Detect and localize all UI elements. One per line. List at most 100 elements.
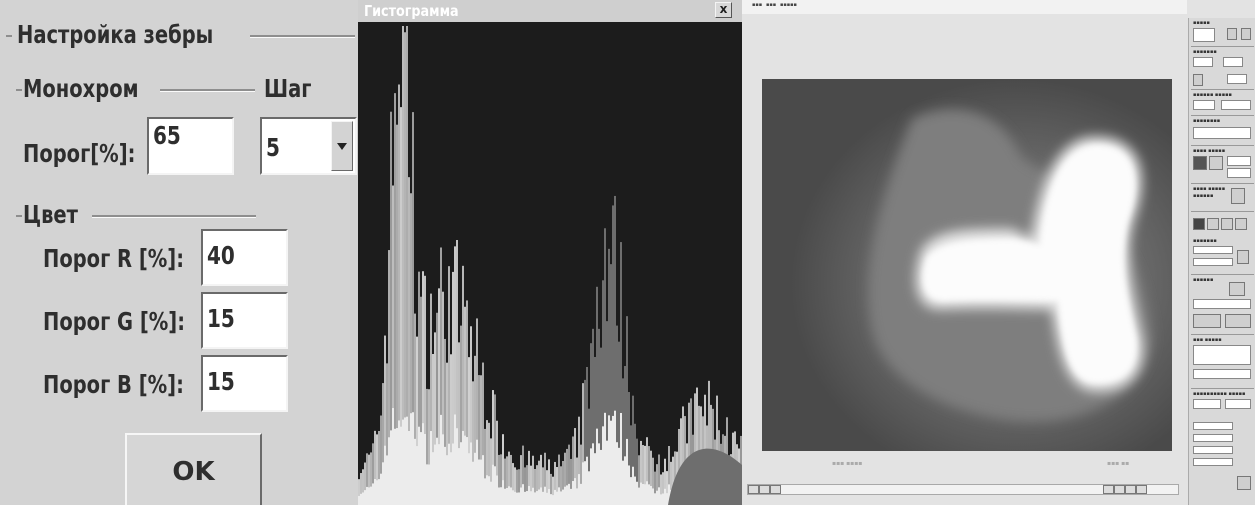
r-threshold-input[interactable]: 40 xyxy=(201,229,288,286)
close-icon[interactable]: x xyxy=(715,2,732,18)
sidebar-slider[interactable] xyxy=(1193,246,1233,254)
step-label: Шаг xyxy=(264,74,312,103)
histogram-bar-base xyxy=(512,490,514,505)
histogram-bar-base xyxy=(510,487,512,505)
histogram-bar-base xyxy=(636,481,638,505)
sidebar-field[interactable] xyxy=(1193,345,1251,365)
histogram-titlebar[interactable]: Гистограмма x xyxy=(358,0,742,23)
sidebar-button[interactable] xyxy=(1225,314,1251,328)
histogram-bar-base xyxy=(664,488,666,505)
sidebar-button[interactable] xyxy=(1193,218,1205,230)
sidebar-button[interactable] xyxy=(1229,282,1245,296)
sidebar-field[interactable] xyxy=(1227,74,1247,84)
image-viewport[interactable] xyxy=(762,79,1172,451)
sidebar-field[interactable] xyxy=(1227,168,1251,178)
sidebar-field[interactable] xyxy=(1193,28,1215,42)
sidebar-button[interactable] xyxy=(1237,250,1249,264)
sidebar-button[interactable] xyxy=(1235,218,1247,230)
histogram-plot xyxy=(358,22,742,505)
scroll-left-button[interactable] xyxy=(748,485,759,494)
sidebar-field[interactable] xyxy=(1223,57,1243,67)
histogram-bar-base xyxy=(584,461,586,505)
histogram-bar-base xyxy=(390,430,392,505)
sidebar-button[interactable] xyxy=(1231,188,1245,204)
histogram-bar-base xyxy=(468,453,470,505)
sidebar-label: ▪▪▪ ▪▪▪▪▪ xyxy=(1193,337,1222,343)
menu-item[interactable]: ▪▪▪ xyxy=(766,2,776,8)
histogram-bar-base xyxy=(470,442,472,505)
histogram-bar-base xyxy=(616,442,618,505)
histogram-bar-base xyxy=(494,466,496,505)
sidebar-field[interactable] xyxy=(1221,100,1251,110)
sidebar-label: ▪▪▪▪▪▪▪ xyxy=(1193,238,1217,244)
threshold-label: Порог[%]: xyxy=(23,139,136,168)
sidebar-button[interactable] xyxy=(1241,28,1251,40)
histogram-bar-base xyxy=(426,464,428,505)
sidebar-slider[interactable] xyxy=(1193,422,1233,430)
histogram-bar-base xyxy=(516,492,518,505)
b-threshold-value: 15 xyxy=(207,367,235,396)
sidebar-button[interactable] xyxy=(1193,74,1203,86)
histogram-bar-base xyxy=(640,482,642,505)
sidebar-button[interactable] xyxy=(1227,28,1237,40)
threshold-input[interactable]: 65 xyxy=(147,117,234,175)
histogram-bar-base xyxy=(602,426,604,505)
histogram-bar-base xyxy=(612,415,614,505)
scroll-right-button[interactable] xyxy=(1136,485,1147,494)
sidebar-label: ▪▪▪▪▪ xyxy=(1193,20,1210,26)
sidebar-field[interactable] xyxy=(1227,156,1251,166)
sidebar-button[interactable] xyxy=(1237,476,1251,490)
sidebar-button[interactable] xyxy=(1193,156,1207,170)
sidebar-slider[interactable] xyxy=(1193,446,1233,454)
histogram-bar-base xyxy=(430,431,432,505)
scroll-left-button[interactable] xyxy=(759,485,770,494)
sidebar-button[interactable] xyxy=(1209,156,1223,170)
sidebar-label: ▪▪▪▪▪▪▪▪▪▪ ▪▪▪▪▪ xyxy=(1193,391,1246,397)
sidebar-divider xyxy=(1191,46,1254,47)
sidebar-button[interactable] xyxy=(1221,218,1233,230)
scroll-right-button[interactable] xyxy=(1125,485,1136,494)
histogram-bar-base xyxy=(488,476,490,505)
histogram-bar-base xyxy=(442,434,444,505)
chevron-down-icon[interactable] xyxy=(331,121,353,171)
sidebar-divider xyxy=(1191,388,1254,389)
monochrome-label: Монохром xyxy=(23,74,139,103)
histogram-bar-base xyxy=(370,486,372,505)
sidebar-field[interactable] xyxy=(1193,100,1215,110)
histogram-bar-base xyxy=(362,492,364,505)
b-threshold-input[interactable]: 15 xyxy=(201,355,288,412)
b-threshold-label: Порог B [%]: xyxy=(43,370,184,399)
sidebar-slider[interactable] xyxy=(1193,258,1233,266)
histogram-bar-base xyxy=(638,487,640,505)
sidebar-label: ▪▪▪▪▪▪ xyxy=(1193,193,1214,199)
histogram-bar-base xyxy=(422,423,424,505)
sidebar-field[interactable] xyxy=(1193,299,1251,309)
scroll-right-button[interactable] xyxy=(1103,485,1114,494)
ok-button[interactable]: OK xyxy=(125,433,262,505)
sidebar-button[interactable] xyxy=(1207,218,1219,230)
histogram-bar-base xyxy=(458,448,460,505)
sidebar-button[interactable] xyxy=(1193,314,1221,328)
histogram-window: Гистограмма x xyxy=(358,0,742,505)
sidebar-field[interactable] xyxy=(1193,127,1251,139)
menu-item[interactable]: ▪▪▪ xyxy=(752,2,762,8)
histogram-bar-base xyxy=(622,460,624,505)
scroll-right-button[interactable] xyxy=(1114,485,1125,494)
sidebar-field[interactable] xyxy=(1193,57,1213,67)
g-threshold-input[interactable]: 15 xyxy=(201,292,288,349)
sidebar-divider xyxy=(1191,89,1254,90)
histogram-bar-base xyxy=(562,489,564,505)
histogram-bar-base xyxy=(496,475,498,505)
histogram-bar-base xyxy=(654,493,656,505)
sidebar-field[interactable] xyxy=(1193,399,1221,409)
sidebar-slider[interactable] xyxy=(1193,434,1233,442)
sidebar-slider[interactable] xyxy=(1193,458,1233,466)
step-select[interactable]: 5 xyxy=(260,117,357,175)
horizontal-scrollbar[interactable] xyxy=(747,484,1179,495)
histogram-bar-base xyxy=(618,447,620,505)
scroll-left-button[interactable] xyxy=(770,485,781,494)
sidebar-field[interactable] xyxy=(1225,399,1251,409)
sidebar-field[interactable] xyxy=(1193,369,1251,379)
histogram-bar-base xyxy=(376,480,378,505)
menu-item[interactable]: ▪▪▪▪▪ xyxy=(780,2,797,8)
